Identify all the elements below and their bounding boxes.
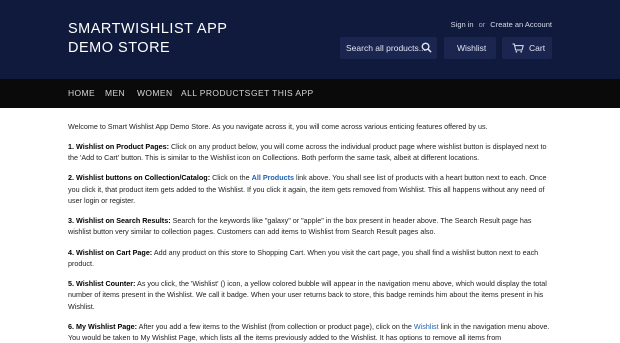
feature-text: As you click, the 'Wishlist' () icon, a … [68, 278, 547, 311]
nav-item-men[interactable]: MEN [105, 88, 125, 98]
feature-my-wishlist-page: 6. My Wishlist Page: After you add a few… [68, 321, 554, 343]
feature-title: 1. Wishlist on Product Pages: [68, 142, 169, 152]
feature-collection-buttons: 2. Wishlist buttons on Collection/Catalo… [68, 172, 554, 206]
feature-title: 2. Wishlist buttons on Collection/Catalo… [68, 173, 211, 183]
sign-in-link[interactable]: Sign in [451, 20, 474, 29]
intro-paragraph: Welcome to Smart Wishlist App Demo Store… [68, 122, 488, 131]
create-account-link[interactable]: Create an Account [490, 20, 552, 29]
feature-title: 5. Wishlist Counter: [68, 278, 136, 288]
nav-item-get-this-app[interactable]: GET THIS APP [251, 88, 314, 98]
all-products-link[interactable]: All Products [252, 173, 294, 182]
feature-wishlist-counter: 5. Wishlist Counter: As you click, the '… [68, 278, 554, 312]
nav-item-all-products[interactable]: ALL PRODUCTS [181, 88, 251, 98]
search-icon[interactable] [421, 42, 432, 53]
wishlist-label: Wishlist [457, 43, 487, 53]
feature-cart-page: 4. Wishlist on Cart Page: Add any produc… [68, 247, 554, 270]
main-navigation: HOME MEN WOMEN ALL PRODUCTS GET THIS APP [0, 79, 620, 108]
site-header: SMARTWISHLIST APP DEMO STORE Sign in or Cr… [0, 0, 620, 79]
feature-title: 3. Wishlist on Search Results: [68, 216, 171, 226]
cart-button[interactable]: Cart [502, 37, 552, 59]
feature-text: Click on the [210, 173, 252, 183]
feature-title: 6. My Wishlist Page: [68, 321, 138, 331]
nav-item-women[interactable]: WOMEN [137, 88, 173, 98]
feature-search-results: 3. Wishlist on Search Results: Search fo… [68, 215, 554, 238]
feature-title: 4. Wishlist on Cart Page: [68, 247, 153, 257]
or-separator: or [478, 20, 486, 29]
feature-text: After you add a few items to the Wishlis… [137, 321, 414, 331]
feature-product-pages: 1. Wishlist on Product Pages: Click on a… [68, 141, 554, 164]
wishlist-page-link[interactable]: Wishlist [414, 322, 439, 331]
account-links: Sign in or Create an Account [451, 20, 552, 29]
cart-label: Cart [529, 43, 546, 53]
search-input[interactable]: Search all products... [340, 37, 437, 59]
nav-item-home[interactable]: HOME [68, 88, 95, 98]
brand-line-1: SMARTWISHLIST APP [68, 21, 228, 37]
store-logo[interactable]: SMARTWISHLIST APP DEMO STORE [68, 20, 227, 58]
cart-icon [512, 43, 524, 53]
wishlist-button[interactable]: Wishlist [444, 37, 496, 59]
page-content: Welcome to Smart Wishlist App Demo Store… [68, 121, 554, 343]
search-placeholder: Search all products... [346, 43, 426, 53]
brand-line-2: DEMO STORE [68, 40, 171, 56]
